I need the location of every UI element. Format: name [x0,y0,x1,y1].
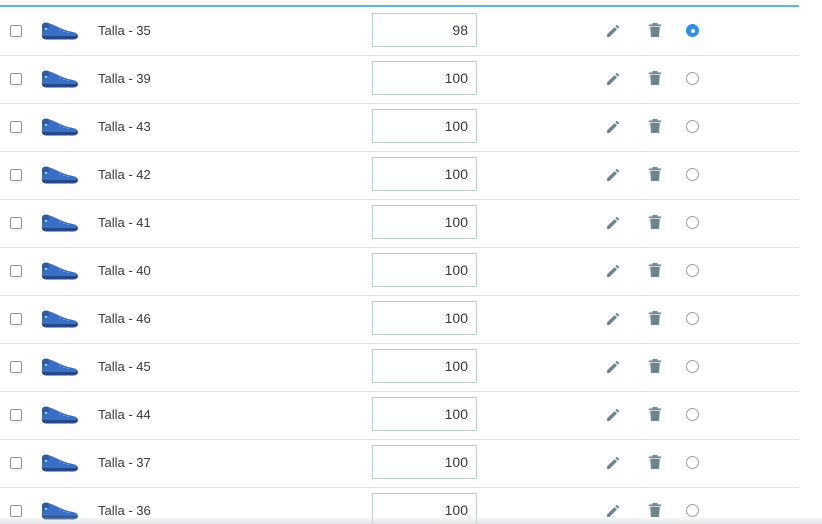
shoe-thumbnail-icon [40,21,80,41]
combination-row: Talla - 45 [0,343,799,392]
combination-row: Talla - 37 [0,439,799,488]
combinations-table: Talla - 35 98 Talla - 39 100 Talla - 43 … [0,0,799,524]
row-select-checkbox[interactable] [10,25,22,37]
delete-trash-icon[interactable] [648,358,662,374]
combination-label: Talla - 43 [98,119,151,134]
shoe-thumbnail-icon [40,213,80,233]
combination-row: Talla - 36 [0,487,799,524]
edit-pencil-icon[interactable] [605,71,621,87]
default-combination-radio[interactable] [686,360,699,373]
default-combination-radio[interactable] [686,504,699,517]
row-select-checkbox[interactable] [10,265,22,277]
combination-label: Talla - 37 [98,455,151,470]
quantity-input[interactable] [372,13,477,47]
quantity-input[interactable] [372,205,477,239]
shoe-thumbnail-icon [40,405,80,425]
edit-pencil-icon[interactable] [605,215,621,231]
combination-label: Talla - 46 [98,311,151,326]
combination-label: Talla - 45 [98,359,151,374]
quantity-input[interactable] [372,109,477,143]
delete-trash-icon[interactable] [648,454,662,470]
combination-row: Talla - 40 [0,247,799,296]
quantity-input[interactable] [372,301,477,335]
quantity-input[interactable] [372,253,477,287]
quantity-input[interactable] [372,397,477,431]
default-combination-radio[interactable] [686,72,699,85]
combination-label: Talla - 36 [98,503,151,518]
shoe-thumbnail-icon [40,117,80,137]
shoe-thumbnail-icon [40,261,80,281]
combination-label: Talla - 40 [98,263,151,278]
combination-row: Talla - 44 [0,391,799,440]
default-combination-radio[interactable] [686,120,699,133]
shoe-thumbnail-icon [40,165,80,185]
combination-row: Talla - 43 [0,103,799,152]
shoe-thumbnail-icon [40,309,80,329]
combination-label: Talla - 41 [98,215,151,230]
delete-trash-icon[interactable] [648,118,662,134]
delete-trash-icon[interactable] [648,166,662,182]
delete-trash-icon[interactable] [648,310,662,326]
default-combination-radio[interactable] [686,168,699,181]
default-combination-radio[interactable] [686,408,699,421]
quantity-input[interactable] [372,445,477,479]
delete-trash-icon[interactable] [648,70,662,86]
combination-label: Talla - 35 [98,23,151,38]
shoe-thumbnail-icon [40,69,80,89]
row-select-checkbox[interactable] [10,73,22,85]
edit-pencil-icon[interactable] [605,455,621,471]
delete-trash-icon[interactable] [648,214,662,230]
row-select-checkbox[interactable] [10,121,22,133]
delete-trash-icon[interactable] [648,502,662,518]
row-select-checkbox[interactable] [10,361,22,373]
shoe-thumbnail-icon [40,453,80,473]
edit-pencil-icon[interactable] [605,407,621,423]
edit-pencil-icon[interactable] [605,23,621,39]
default-combination-radio[interactable] [686,216,699,229]
row-select-checkbox[interactable] [10,169,22,181]
shoe-thumbnail-icon [40,357,80,377]
row-select-checkbox[interactable] [10,505,22,517]
delete-trash-icon[interactable] [648,22,662,38]
edit-pencil-icon[interactable] [605,359,621,375]
combination-row: Talla - 46 [0,295,799,344]
combination-row: Talla - 35 [0,7,799,56]
combination-row: Talla - 41 [0,199,799,248]
edit-pencil-icon[interactable] [605,263,621,279]
edit-pencil-icon[interactable] [605,503,621,519]
row-select-checkbox[interactable] [10,457,22,469]
row-select-checkbox[interactable] [10,409,22,421]
combination-label: Talla - 39 [98,71,151,86]
default-combination-radio[interactable] [686,456,699,469]
quantity-input[interactable] [372,349,477,383]
combination-label: Talla - 44 [98,407,151,422]
default-combination-radio[interactable] [686,312,699,325]
quantity-input[interactable] [372,157,477,191]
delete-trash-icon[interactable] [648,262,662,278]
row-select-checkbox[interactable] [10,217,22,229]
edit-pencil-icon[interactable] [605,311,621,327]
default-combination-radio[interactable] [686,264,699,277]
combination-row: Talla - 42 [0,151,799,200]
quantity-input[interactable] [372,61,477,95]
combination-label: Talla - 42 [98,167,151,182]
default-combination-radio[interactable] [686,24,699,37]
row-select-checkbox[interactable] [10,313,22,325]
delete-trash-icon[interactable] [648,406,662,422]
quantity-input[interactable] [372,493,477,524]
edit-pencil-icon[interactable] [605,119,621,135]
combination-row: Talla - 39 [0,55,799,104]
edit-pencil-icon[interactable] [605,167,621,183]
shoe-thumbnail-icon [40,501,80,521]
